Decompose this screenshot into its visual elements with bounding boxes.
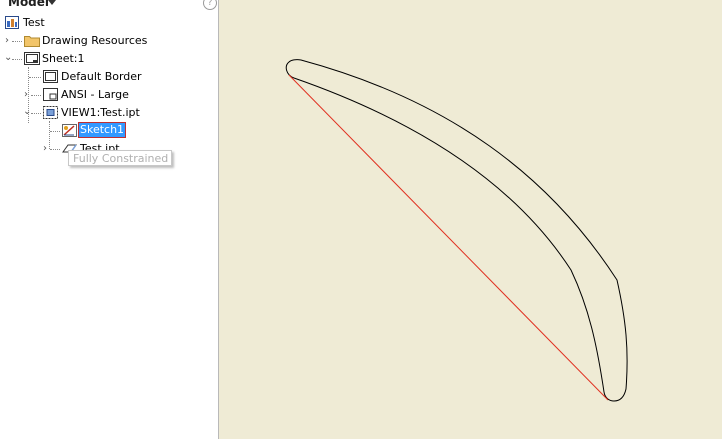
tree-connector: [12, 59, 22, 60]
tree-connector: [31, 95, 41, 96]
tree-connector: [31, 113, 41, 114]
sheet-icon: [24, 52, 40, 65]
tree-item-label: Default Border: [61, 70, 142, 83]
border-icon: [43, 70, 58, 83]
tree-item-ansi-large[interactable]: › ANSI - Large: [0, 86, 218, 103]
model-browser: Model ? Test › Drawing Resources ⌄ Sheet…: [0, 0, 219, 439]
tree-connector: [12, 41, 22, 42]
tree-item-label: ANSI - Large: [61, 88, 129, 101]
sketch-graphics: [285, 59, 628, 402]
chevron-down-icon[interactable]: [48, 0, 56, 5]
status-tooltip: Fully Constrained: [68, 150, 172, 166]
tree-item-test[interactable]: Test: [0, 14, 218, 31]
sketch-line[interactable]: [288, 74, 609, 401]
chevron-down-icon[interactable]: ⌄: [4, 49, 12, 66]
tree-item-label: Sheet:1: [42, 52, 85, 65]
title-block-icon: [43, 88, 58, 101]
drawing-view-icon: [43, 106, 58, 119]
part-outline[interactable]: [285, 59, 628, 402]
chevron-right-icon[interactable]: ›: [43, 140, 47, 157]
help-icon[interactable]: ?: [203, 0, 217, 10]
tree-item-label: Drawing Resources: [42, 34, 148, 47]
tree-connector: [50, 149, 60, 150]
chevron-right-icon[interactable]: ›: [5, 32, 9, 49]
browser-title[interactable]: Model: [8, 0, 49, 9]
tree-item-sketch1[interactable]: Sketch1: [0, 122, 218, 139]
sketch-icon: [62, 124, 77, 137]
drawing-canvas[interactable]: [219, 0, 722, 439]
tree-item-view1[interactable]: ⌄ VIEW1:Test.ipt: [0, 104, 218, 121]
drawing-document-icon: [5, 16, 19, 29]
folder-icon: [24, 34, 40, 47]
tree-item-label: Test: [23, 16, 45, 29]
tree-item-drawing-resources[interactable]: › Drawing Resources: [0, 32, 218, 49]
browser-header: Model ?: [0, 0, 218, 12]
chevron-down-icon[interactable]: ⌄: [23, 103, 31, 120]
tree-connector: [29, 77, 41, 78]
tree-item-label: Sketch1: [77, 122, 127, 138]
tree-item-label: VIEW1:Test.ipt: [61, 106, 140, 119]
tree-item-sheet-1[interactable]: ⌄ Sheet:1: [0, 50, 218, 67]
chevron-right-icon[interactable]: ›: [24, 86, 28, 103]
tree-connector: [50, 131, 60, 132]
tree-item-default-border[interactable]: Default Border: [0, 68, 218, 85]
